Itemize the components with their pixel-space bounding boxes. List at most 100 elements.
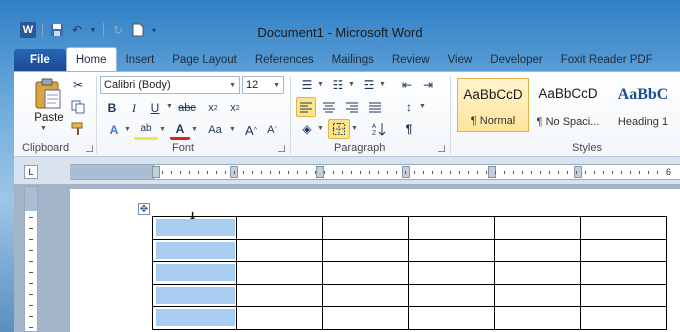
new-document-icon[interactable] bbox=[130, 22, 146, 38]
multilevel-list-icon[interactable]: ☲ bbox=[359, 75, 379, 95]
change-case-icon[interactable]: Aa bbox=[202, 120, 228, 140]
highlight-color-icon[interactable]: ab bbox=[134, 120, 158, 140]
paragraph-launcher-icon[interactable] bbox=[438, 145, 445, 152]
document-table[interactable] bbox=[152, 216, 667, 330]
change-case-dropdown-icon[interactable]: ▼ bbox=[229, 126, 236, 133]
bullets-icon[interactable]: ☰ bbox=[297, 75, 317, 95]
cut-icon[interactable]: ✂ bbox=[68, 75, 88, 95]
style-no-spacing[interactable]: AaBbCcD ¶ No Spaci... bbox=[532, 78, 604, 132]
table-cell[interactable] bbox=[580, 283, 667, 307]
text-effects-icon[interactable]: A bbox=[104, 120, 124, 140]
text-effects-dropdown-icon[interactable]: ▼ bbox=[124, 126, 131, 133]
column-marker[interactable] bbox=[316, 166, 324, 178]
subscript-icon[interactable]: x2 bbox=[203, 98, 223, 118]
table-cell[interactable] bbox=[152, 238, 237, 262]
table-cell[interactable] bbox=[152, 283, 237, 307]
line-spacing-dropdown-icon[interactable]: ▼ bbox=[419, 103, 426, 110]
justify-icon[interactable] bbox=[365, 97, 385, 117]
show-formatting-icon[interactable]: ¶ bbox=[399, 119, 419, 139]
table-cell[interactable] bbox=[408, 283, 495, 307]
align-center-icon[interactable] bbox=[319, 97, 339, 117]
format-painter-icon[interactable] bbox=[68, 119, 88, 139]
table-cell[interactable] bbox=[322, 216, 409, 240]
superscript-icon[interactable]: x2 bbox=[225, 98, 245, 118]
paste-label[interactable]: Paste bbox=[29, 112, 69, 124]
tab-mailings[interactable]: Mailings bbox=[323, 49, 383, 71]
table-cell[interactable] bbox=[494, 283, 581, 307]
table-cell[interactable] bbox=[408, 238, 495, 262]
tab-foxit-reader-pdf[interactable]: Foxit Reader PDF bbox=[552, 49, 662, 71]
font-launcher-icon[interactable] bbox=[278, 145, 285, 152]
table-cell[interactable] bbox=[152, 306, 237, 330]
save-icon[interactable] bbox=[49, 22, 65, 38]
paste-dropdown-icon[interactable]: ▼ bbox=[40, 125, 47, 132]
tab-insert[interactable]: Insert bbox=[117, 49, 164, 71]
table-cell[interactable] bbox=[236, 306, 323, 330]
shading-dropdown-icon[interactable]: ▼ bbox=[317, 125, 324, 132]
table-cell[interactable] bbox=[322, 238, 409, 262]
tab-page-layout[interactable]: Page Layout bbox=[163, 49, 246, 71]
table-cell[interactable] bbox=[236, 216, 323, 240]
increase-indent-icon[interactable]: ⇥ bbox=[418, 75, 438, 95]
table-cell[interactable] bbox=[408, 306, 495, 330]
undo-dropdown-icon[interactable]: ▼ bbox=[89, 22, 97, 38]
underline-icon[interactable]: U bbox=[145, 98, 165, 118]
bullets-dropdown-icon[interactable]: ▼ bbox=[317, 81, 324, 88]
table-cell[interactable] bbox=[322, 283, 409, 307]
strikethrough-icon[interactable]: abc bbox=[174, 98, 200, 118]
underline-dropdown-icon[interactable]: ▼ bbox=[166, 103, 173, 110]
tab-review[interactable]: Review bbox=[383, 49, 439, 71]
table-cell[interactable] bbox=[322, 261, 409, 285]
table-cell[interactable] bbox=[580, 238, 667, 262]
tab-references[interactable]: References bbox=[246, 49, 323, 71]
clipboard-launcher-icon[interactable] bbox=[86, 145, 93, 152]
numbering-icon[interactable]: ☷ bbox=[328, 75, 348, 95]
italic-icon[interactable]: I bbox=[124, 98, 144, 118]
tab-developer[interactable]: Developer bbox=[481, 49, 551, 71]
sort-icon[interactable]: AZ bbox=[369, 119, 389, 139]
font-name-select[interactable]: Calibri (Body) ▼ bbox=[100, 76, 240, 94]
horizontal-ruler[interactable]: 6 bbox=[70, 164, 680, 180]
borders-icon[interactable] bbox=[328, 119, 350, 139]
font-color-dropdown-icon[interactable]: ▼ bbox=[191, 126, 198, 133]
table-cell[interactable] bbox=[322, 306, 409, 330]
table-cell[interactable] bbox=[152, 216, 237, 240]
table-cell[interactable] bbox=[152, 261, 237, 285]
table-cell[interactable] bbox=[236, 261, 323, 285]
bold-icon[interactable]: B bbox=[102, 98, 122, 118]
table-cell[interactable] bbox=[236, 238, 323, 262]
table-cell[interactable] bbox=[494, 306, 581, 330]
decrease-indent-icon[interactable]: ⇤ bbox=[397, 75, 417, 95]
tab-file[interactable]: File bbox=[14, 49, 66, 71]
indent-marker[interactable] bbox=[152, 166, 160, 178]
vertical-ruler[interactable] bbox=[24, 186, 38, 332]
borders-dropdown-icon[interactable]: ▼ bbox=[351, 125, 358, 132]
shading-icon[interactable]: ◈ bbox=[297, 119, 317, 139]
highlight-dropdown-icon[interactable]: ▼ bbox=[159, 126, 166, 133]
paste-icon[interactable] bbox=[28, 76, 68, 112]
tab-view[interactable]: View bbox=[439, 49, 482, 71]
redo-icon[interactable]: ↻ bbox=[110, 22, 126, 38]
line-spacing-icon[interactable]: ↕ bbox=[399, 97, 419, 117]
align-right-icon[interactable] bbox=[342, 97, 362, 117]
table-move-handle-icon[interactable]: ✥ bbox=[138, 203, 150, 215]
table-cell[interactable] bbox=[494, 238, 581, 262]
table-cell[interactable] bbox=[494, 216, 581, 240]
tab-selector[interactable]: L bbox=[24, 165, 38, 179]
customize-dropdown-icon[interactable]: ▾ bbox=[150, 22, 158, 38]
numbering-dropdown-icon[interactable]: ▼ bbox=[348, 81, 355, 88]
shrink-font-icon[interactable]: Aˇ bbox=[262, 120, 282, 140]
multilevel-list-dropdown-icon[interactable]: ▼ bbox=[379, 81, 386, 88]
grow-font-icon[interactable]: A ^ bbox=[241, 120, 261, 140]
align-left-icon[interactable] bbox=[296, 97, 316, 117]
undo-icon[interactable]: ↶ bbox=[69, 22, 85, 38]
style-normal[interactable]: AaBbCcD ¶ Normal bbox=[457, 78, 529, 132]
font-size-select[interactable]: 12 ▼ bbox=[242, 76, 284, 94]
word-logo-icon[interactable]: W bbox=[20, 22, 36, 38]
table-cell[interactable] bbox=[408, 261, 495, 285]
table-cell[interactable] bbox=[580, 216, 667, 240]
font-color-icon[interactable]: A bbox=[170, 120, 190, 140]
table-cell[interactable] bbox=[494, 261, 581, 285]
table-cell[interactable] bbox=[580, 306, 667, 330]
table-cell[interactable] bbox=[408, 216, 495, 240]
